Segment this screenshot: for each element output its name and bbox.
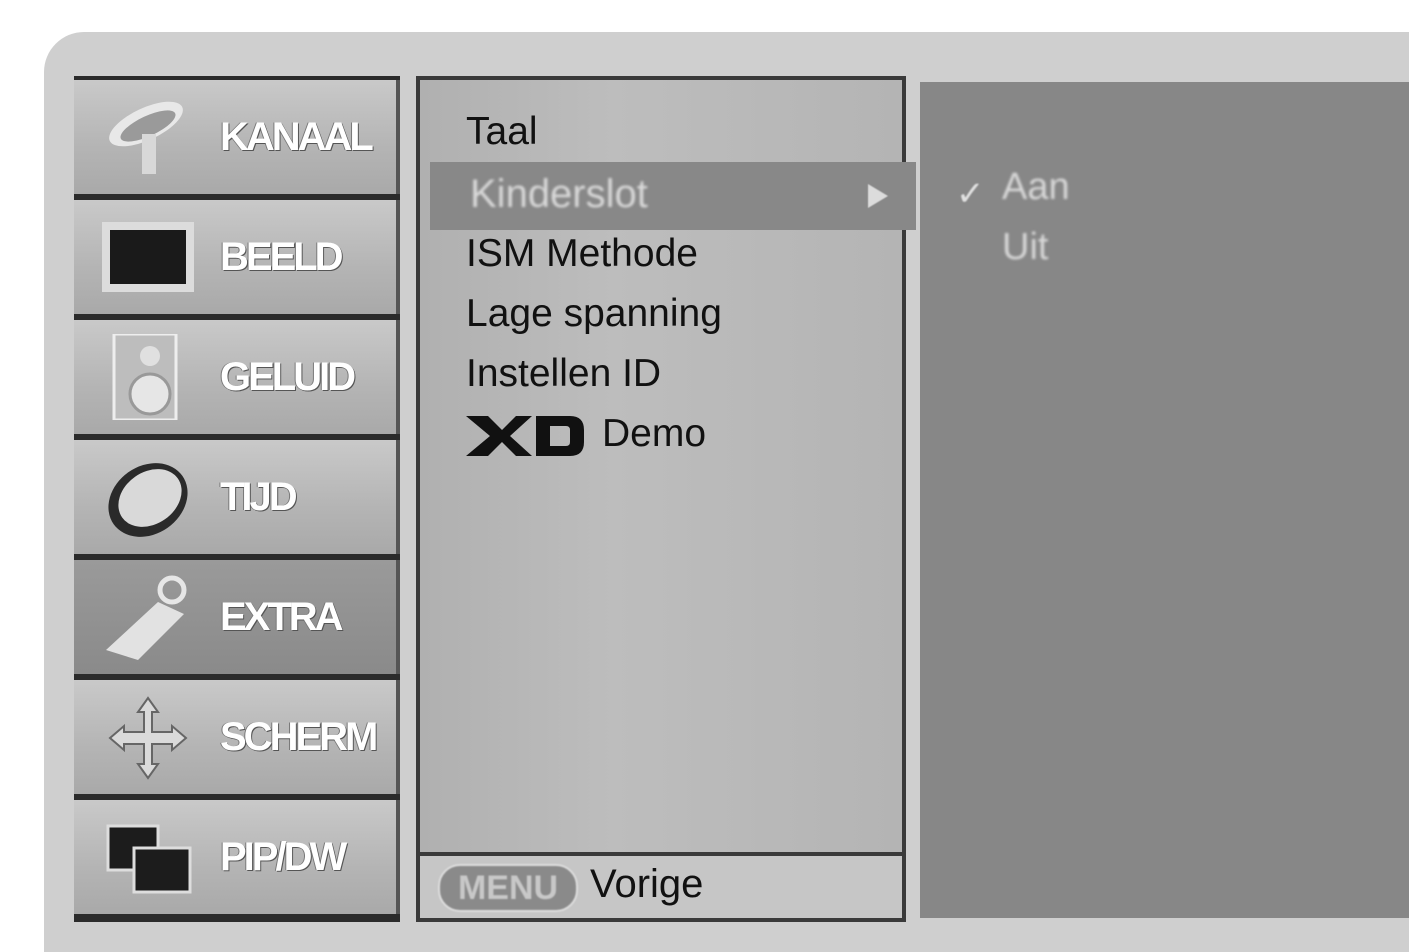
menu-item-lage-spanning[interactable]: Lage spanning <box>466 292 722 336</box>
menu-item-taal[interactable]: Taal <box>466 110 538 154</box>
menu-key-button[interactable]: MENU <box>438 864 578 912</box>
menu-item-instellen-id[interactable]: Instellen ID <box>466 352 661 396</box>
sidebar-item-tijd[interactable]: TIJD <box>74 440 400 554</box>
check-icon: ✓ <box>956 175 985 213</box>
speaker-icon <box>112 334 178 420</box>
footer-label: Vorige <box>590 862 704 906</box>
sidebar-item-pipdw[interactable]: PIP/DW <box>74 800 400 914</box>
sidebar-item-extra[interactable]: EXTRA <box>74 560 400 674</box>
sidebar-item-label: BEELD <box>220 234 344 279</box>
pip-icon <box>106 824 192 894</box>
sidebar-item-beeld[interactable]: BEELD <box>74 200 400 314</box>
move-arrows-icon <box>108 696 188 780</box>
picture-icon <box>102 222 194 292</box>
menu-list: Taal Kinderslot ISM Methode Lage spannin… <box>420 80 916 852</box>
extra-menu-panel: Taal Kinderslot ISM Methode Lage spannin… <box>416 76 916 922</box>
sidebar-item-scherm[interactable]: SCHERM <box>74 680 400 794</box>
sidebar-item-label: TIJD <box>220 474 298 519</box>
arrow-right-icon <box>868 184 888 208</box>
menu-item-kinderslot[interactable]: Kinderslot <box>430 162 916 230</box>
clock-icon <box>108 463 188 537</box>
menu-item-ism-methode[interactable]: ISM Methode <box>466 232 698 276</box>
sidebar-item-kanaal[interactable]: KANAAL <box>74 80 400 194</box>
sidebar-item-label: PIP/DW <box>220 834 347 879</box>
satellite-dish-icon <box>109 101 183 174</box>
xd-logo-icon <box>466 416 584 456</box>
category-sidebar: KANAAL BEELD GELUID TIJD EXTRA SCHERM PI… <box>74 76 400 922</box>
option-uit[interactable]: Uit <box>1002 226 1048 269</box>
menu-item-demo[interactable]: Demo <box>602 412 706 456</box>
sidebar-item-label: EXTRA <box>220 594 344 639</box>
sidebar-item-label: GELUID <box>220 354 356 399</box>
tag-icon <box>106 575 187 660</box>
kinderslot-submenu: ✓ Aan Uit <box>920 82 1409 918</box>
option-aan[interactable]: Aan <box>1002 166 1070 209</box>
sidebar-item-label: SCHERM <box>220 714 378 759</box>
menu-item-label: Kinderslot <box>470 172 648 216</box>
sidebar-item-label: KANAAL <box>220 114 374 159</box>
menu-footer: MENU Vorige <box>420 856 902 918</box>
sidebar-item-geluid[interactable]: GELUID <box>74 320 400 434</box>
